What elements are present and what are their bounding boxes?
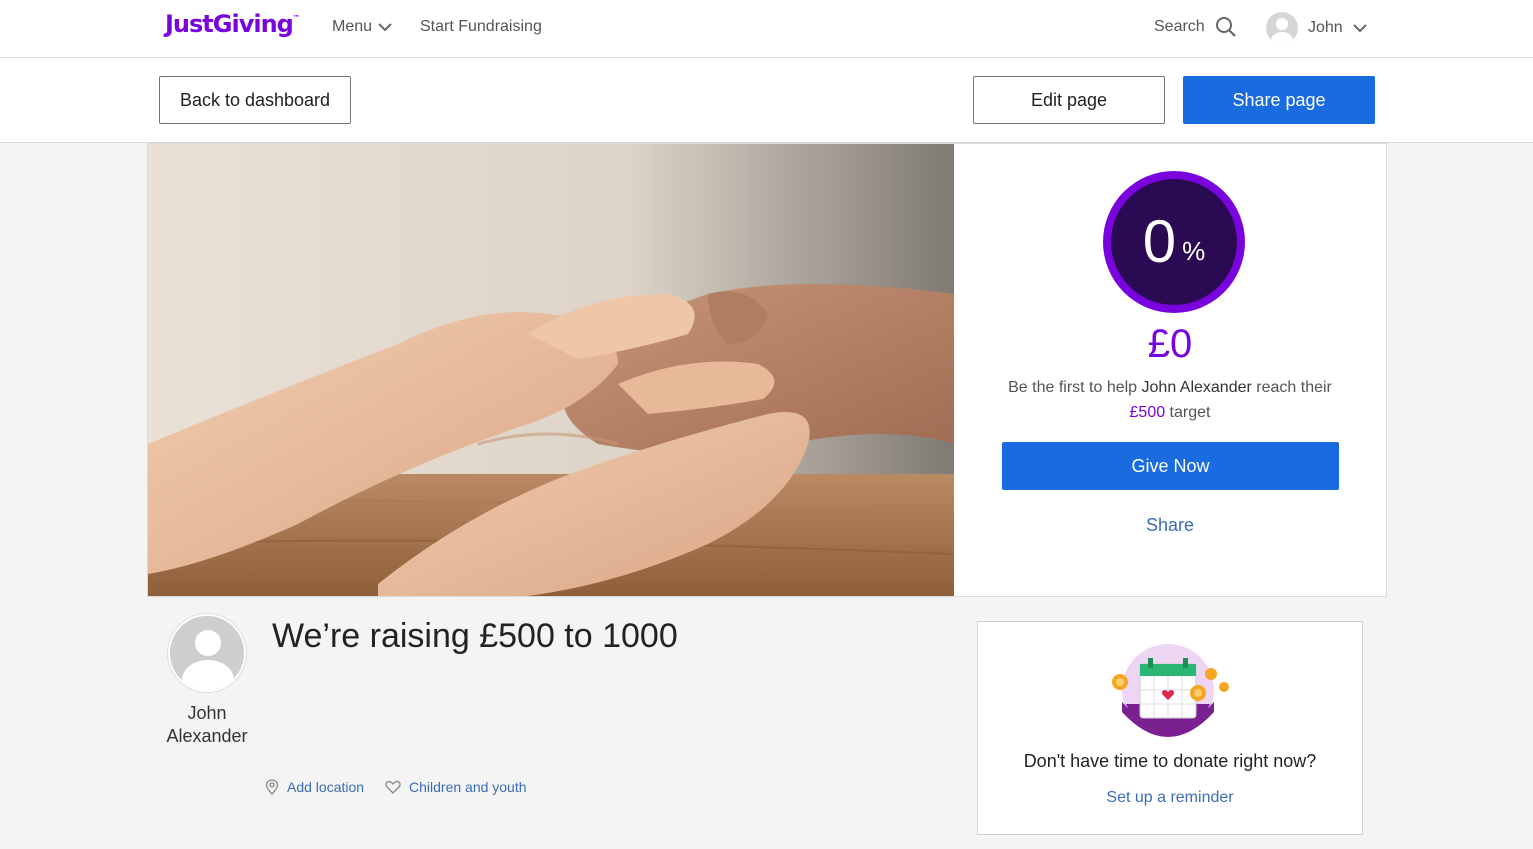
help-owner-name: John Alexander (1141, 379, 1252, 396)
share-page-button[interactable]: Share page (1183, 76, 1375, 124)
share-link[interactable]: Share (954, 515, 1386, 536)
back-to-dashboard-button[interactable]: Back to dashboard (159, 76, 351, 124)
help-target-amount: £500 (1129, 404, 1166, 421)
justgiving-logo[interactable]: JustGiving™ (165, 10, 300, 38)
owner-last-name: Alexander (166, 726, 248, 746)
edit-page-button[interactable]: Edit page (973, 76, 1165, 124)
heart-icon (385, 780, 401, 794)
chevron-down-icon (1352, 24, 1367, 33)
user-avatar (1266, 12, 1298, 44)
category-link[interactable]: Children and youth (385, 779, 527, 795)
owner-name: John Alexander (152, 702, 262, 748)
page-title: We’re raising £500 to 1000 (272, 617, 678, 655)
hero-section: 0 % £0 Be the first to help John Alexand… (147, 143, 1387, 597)
user-menu[interactable]: John (1266, 12, 1367, 44)
calendar-reminder-icon (1112, 644, 1229, 737)
reminder-card: Don't have time to donate right now? Set… (977, 621, 1363, 835)
fundraising-progress-panel: 0 % £0 Be the first to help John Alexand… (954, 144, 1386, 596)
help-middle: reach their (1251, 379, 1332, 396)
add-location-link[interactable]: Add location (265, 779, 364, 795)
user-name: John (1308, 19, 1343, 36)
holding-hands-illustration (148, 144, 954, 596)
give-now-button[interactable]: Give Now (1002, 442, 1339, 490)
add-location-label: Add location (287, 779, 365, 795)
help-prefix: Be the first to help (1008, 379, 1142, 396)
first-to-help-text: Be the first to help John Alexander reac… (1004, 375, 1336, 425)
owner-first-name: John (187, 703, 227, 723)
start-fundraising-link[interactable]: Start Fundraising (420, 18, 542, 36)
menu-dropdown[interactable]: Menu (332, 18, 392, 36)
top-navigation: JustGiving™ Menu Start Fundraising Searc… (0, 0, 1533, 58)
progress-ring-center: 0 % (1111, 179, 1237, 305)
search-label: Search (1154, 18, 1205, 35)
menu-label: Menu (332, 18, 373, 35)
help-suffix: target (1165, 404, 1211, 421)
owner-avatar (168, 614, 246, 692)
progress-percent: 0 (1142, 208, 1177, 275)
progress-ring: 0 % (1103, 171, 1245, 313)
cover-image (148, 144, 954, 596)
chevron-down-icon (378, 23, 392, 32)
search-button[interactable]: Search (1154, 16, 1237, 38)
reminder-question: Don't have time to donate right now? (1023, 751, 1317, 771)
category-label: Children and youth (409, 779, 527, 795)
logo-text[interactable]: JustGiving (165, 10, 294, 38)
logo-trademark: ™ (292, 14, 300, 22)
amount-raised: £0 (1147, 322, 1193, 366)
page-action-bar: Back to dashboard Edit page Share page (0, 58, 1533, 143)
percent-symbol: % (1182, 235, 1206, 266)
location-pin-icon (265, 779, 279, 795)
search-icon (1215, 17, 1236, 37)
set-up-reminder-link[interactable]: Set up a reminder (978, 789, 1362, 807)
